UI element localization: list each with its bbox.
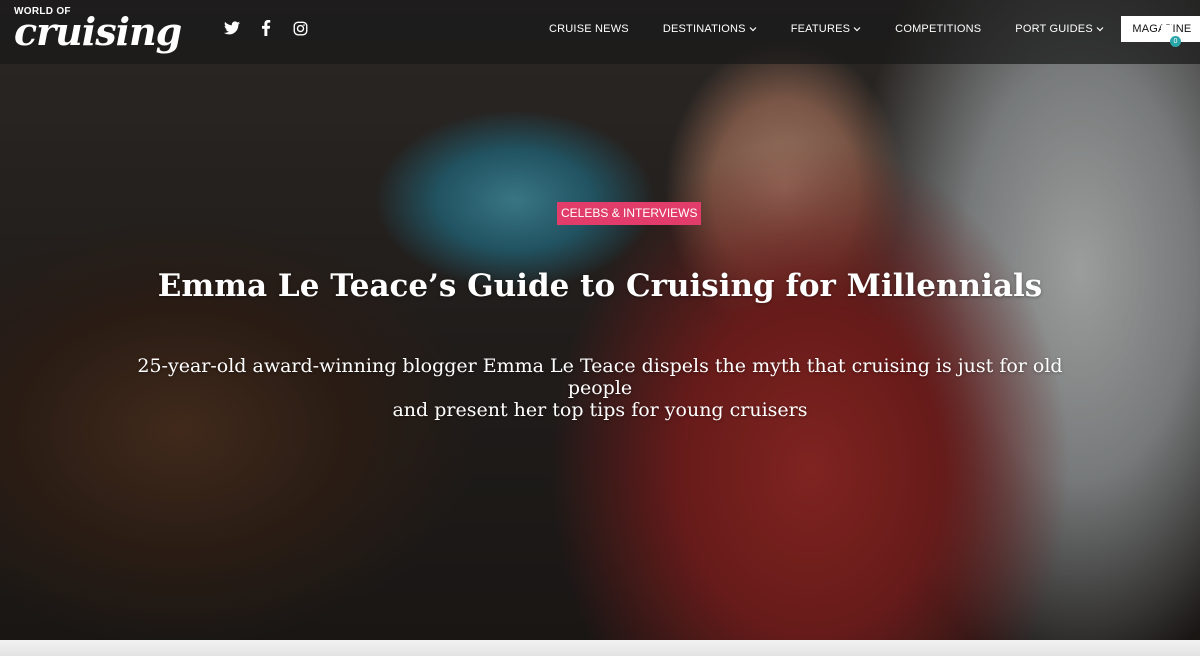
nav-label: CRUISE NEWS [549, 23, 629, 35]
chevron-down-icon [749, 26, 757, 32]
chevron-down-icon [1096, 26, 1104, 32]
logo-wordmark: cruising [14, 9, 182, 54]
subtitle-line: 25-year-old award-winning blogger Emma L… [137, 355, 1063, 399]
chevron-down-icon [853, 26, 861, 32]
nav-destinations[interactable]: DESTINATIONS [646, 23, 774, 35]
nav-label: DESTINATIONS [662, 23, 746, 35]
article-title: Emma Le Teace’s Guide to Cruising for Mi… [157, 268, 1043, 304]
cart-button[interactable]: 0 [1160, 19, 1184, 47]
category-badge[interactable]: CELEBS & INTERVIEWS [557, 202, 702, 225]
instagram-icon[interactable] [290, 18, 310, 38]
nav-label: PORT GUIDES [1015, 23, 1093, 35]
subtitle-line: and present her top tips for young cruis… [392, 399, 808, 421]
nav-cruise-news[interactable]: CRUISE NEWS [532, 23, 646, 35]
main-nav: CRUISE NEWS DESTINATIONS FEATURES COMPET… [532, 15, 1200, 43]
social-links [222, 18, 324, 38]
page-bottom-strip [0, 640, 1200, 656]
cart-count-badge: 0 [1170, 36, 1181, 47]
hero-overlay [0, 0, 1200, 640]
article-subtitle: 25-year-old award-winning blogger Emma L… [120, 355, 1080, 421]
nav-label: COMPETITIONS [895, 23, 982, 35]
site-logo[interactable]: WORLD OF cruising [14, 6, 189, 58]
site-header: WORLD OF cruising CRUISE NEWS DESTINATIO… [0, 0, 1200, 64]
facebook-icon[interactable] [256, 18, 276, 38]
nav-label: FEATURES [790, 23, 851, 35]
nav-competitions[interactable]: COMPETITIONS [878, 23, 998, 35]
nav-port-guides[interactable]: PORT GUIDES [998, 23, 1121, 35]
nav-features[interactable]: FEATURES [774, 23, 878, 35]
twitter-icon[interactable] [222, 18, 242, 38]
